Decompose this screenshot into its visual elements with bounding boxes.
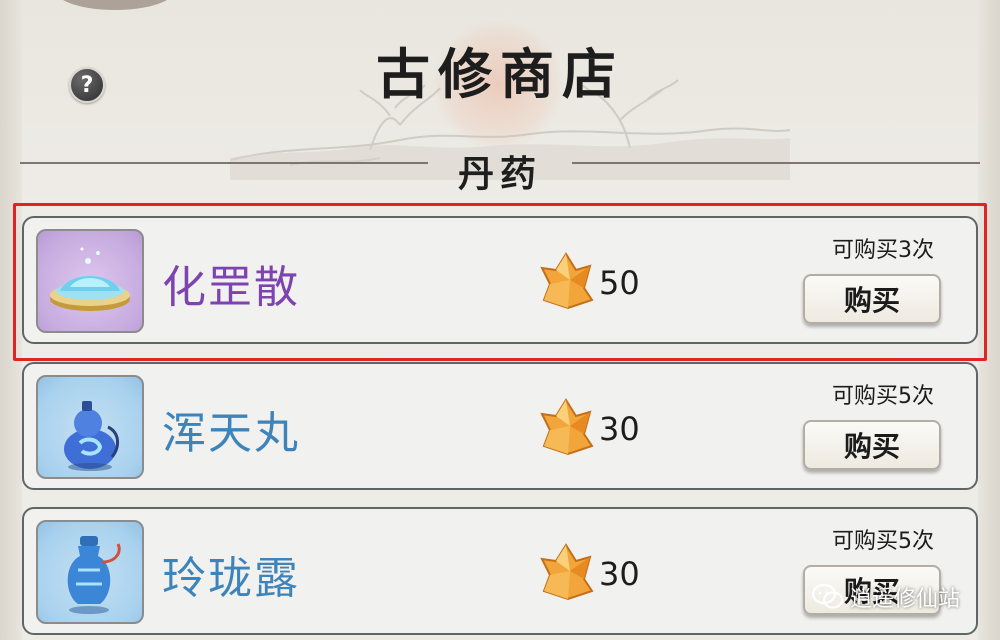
purchase-limit: 可购买5次 (832, 384, 934, 409)
shop-window: ? 古修商店 丹药 化罡散 50 可购买3次 购买 浑天丸 30 可购买5次 购… (0, 0, 1000, 640)
item-icon-frame[interactable] (36, 520, 144, 624)
item-name: 浑天丸 (162, 408, 300, 459)
item-price: 30 (599, 410, 640, 448)
gold-crystal-icon (540, 398, 594, 456)
purchase-limit: 可购买5次 (832, 529, 934, 554)
shop-item-row: 化罡散 50 可购买3次 购买 (22, 216, 978, 344)
buy-button[interactable]: 购买 (803, 565, 941, 615)
shop-item-row: 玲珑露 30 可购买5次 购买 (22, 507, 978, 635)
item-price: 50 (599, 264, 640, 302)
gourd-bottle-icon (64, 401, 119, 471)
powder-dish-icon (50, 247, 130, 311)
item-icon-frame[interactable] (36, 375, 144, 479)
item-icon-frame[interactable] (36, 229, 144, 333)
section-title: 丹药 (457, 153, 542, 195)
item-name: 玲珑露 (162, 553, 300, 604)
gold-crystal-icon (540, 252, 594, 310)
corner-ornament (55, 0, 175, 10)
item-name: 化罡散 (162, 262, 300, 313)
vase-bottle-icon (67, 536, 121, 614)
purchase-limit: 可购买3次 (832, 238, 934, 263)
gold-crystal-icon (540, 543, 594, 601)
shop-title: 古修商店 (376, 42, 624, 106)
item-price: 30 (599, 555, 640, 593)
buy-button[interactable]: 购买 (803, 420, 941, 470)
shop-item-row: 浑天丸 30 可购买5次 购买 (22, 362, 978, 490)
buy-button[interactable]: 购买 (803, 274, 941, 324)
